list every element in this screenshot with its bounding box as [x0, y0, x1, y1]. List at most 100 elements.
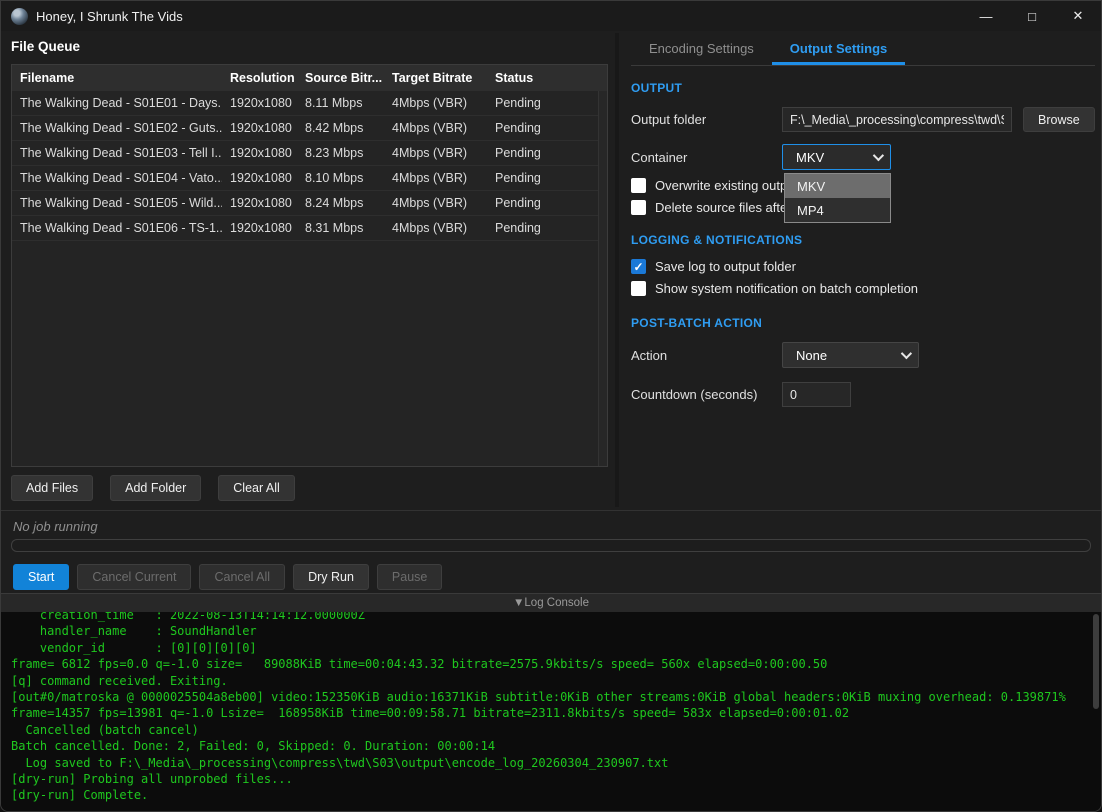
cancel-all-button[interactable]: Cancel All — [199, 564, 285, 590]
column-header[interactable]: Filename — [12, 71, 222, 85]
action-label: Action — [631, 348, 782, 363]
filename-cell: The Walking Dead - S01E01 - Days... — [12, 96, 222, 110]
logging-section-header: LOGGING & NOTIFICATIONS — [631, 233, 1095, 247]
target-bitrate-cell: 4Mbps (VBR) — [384, 96, 487, 110]
panel-splitter[interactable] — [615, 33, 619, 507]
app-icon — [11, 8, 28, 25]
output-folder-input[interactable] — [782, 107, 1012, 132]
control-buttons: Start Cancel Current Cancel All Dry Run … — [13, 564, 442, 590]
minimize-button[interactable]: — — [963, 1, 1009, 31]
column-header[interactable]: Source Bitr... — [297, 71, 384, 85]
window-title: Honey, I Shrunk The Vids — [36, 9, 183, 24]
column-header[interactable]: Resolution — [222, 71, 297, 85]
app-window: Honey, I Shrunk The Vids — □ ✕ File Queu… — [0, 0, 1102, 812]
close-button[interactable]: ✕ — [1055, 1, 1101, 31]
log-line: frame= 6812 fps=0.0 q=-1.0 size= 89088Ki… — [11, 656, 1101, 672]
source-bitrate-cell: 8.23 Mbps — [297, 146, 384, 160]
delete-source-checkbox[interactable] — [631, 200, 646, 215]
check-icon: ✓ — [633, 260, 643, 274]
add-folder-button[interactable]: Add Folder — [110, 475, 201, 501]
table-row[interactable]: The Walking Dead - S01E01 - Days...1920x… — [12, 91, 607, 116]
progress-bar — [11, 539, 1091, 552]
maximize-button[interactable]: □ — [1009, 1, 1055, 31]
save-log-row: ✓ Save log to output folder — [631, 259, 1095, 274]
browse-button[interactable]: Browse — [1023, 107, 1095, 132]
log-line: Log saved to F:\_Media\_processing\compr… — [11, 755, 1101, 771]
job-status-text: No job running — [13, 519, 98, 534]
log-line: Cancelled (batch cancel) — [11, 722, 1101, 738]
save-log-checkbox[interactable]: ✓ — [631, 259, 646, 274]
notify-checkbox[interactable] — [631, 281, 646, 296]
dropdown-option-mkv[interactable]: MKV — [785, 174, 890, 198]
notify-label: Show system notification on batch comple… — [655, 281, 918, 296]
add-files-button[interactable]: Add Files — [11, 475, 93, 501]
filename-cell: The Walking Dead - S01E03 - Tell I... — [12, 146, 222, 160]
log-console-header-label: Log Console — [524, 597, 589, 609]
table-row[interactable]: The Walking Dead - S01E03 - Tell I...192… — [12, 141, 607, 166]
file-queue-header-row: FilenameResolutionSource Bitr...Target B… — [12, 65, 607, 91]
filename-cell: The Walking Dead - S01E05 - Wild... — [12, 196, 222, 210]
status-cell: Pending — [487, 121, 597, 135]
source-bitrate-cell: 8.31 Mbps — [297, 221, 384, 235]
target-bitrate-cell: 4Mbps (VBR) — [384, 196, 487, 210]
filename-cell: The Walking Dead - S01E06 - TS-1... — [12, 221, 222, 235]
container-dropdown-popup: MKVMP4 — [784, 173, 891, 223]
column-header[interactable]: Target Bitrate — [384, 71, 487, 85]
countdown-input[interactable] — [782, 382, 851, 407]
overwrite-existing-label: Overwrite existing outpu — [655, 178, 784, 193]
resolution-cell: 1920x1080 — [222, 96, 297, 110]
container-row: Container MKV MKVMP4 — [631, 144, 1095, 170]
container-select[interactable]: MKV — [782, 144, 891, 170]
title-bar: Honey, I Shrunk The Vids — □ ✕ — [1, 1, 1101, 31]
clear-all-button[interactable]: Clear All — [218, 475, 295, 501]
tab-encoding-settings[interactable]: Encoding Settings — [631, 33, 772, 65]
chevron-down-icon — [873, 150, 884, 161]
log-console-scrollbar[interactable] — [1093, 614, 1099, 709]
pause-button[interactable]: Pause — [377, 564, 442, 590]
action-select[interactable]: None — [782, 342, 919, 368]
log-line: creation_time : 2022-08-13T14:14:12.0000… — [11, 612, 1101, 623]
start-button[interactable]: Start — [13, 564, 69, 590]
status-cell: Pending — [487, 146, 597, 160]
file-queue-title: File Queue — [11, 39, 80, 54]
dry-run-button[interactable]: Dry Run — [293, 564, 369, 590]
delete-source-label: Delete source files after — [655, 200, 784, 215]
dropdown-option-mp4[interactable]: MP4 — [785, 198, 890, 222]
resolution-cell: 1920x1080 — [222, 171, 297, 185]
table-row[interactable]: The Walking Dead - S01E05 - Wild...1920x… — [12, 191, 607, 216]
status-cell: Pending — [487, 96, 597, 110]
output-folder-label: Output folder — [631, 112, 782, 127]
cancel-current-button[interactable]: Cancel Current — [77, 564, 191, 590]
target-bitrate-cell: 4Mbps (VBR) — [384, 221, 487, 235]
file-queue-buttons: Add Files Add Folder Clear All — [11, 475, 295, 501]
file-queue-scrollbar[interactable] — [598, 91, 607, 466]
resolution-cell: 1920x1080 — [222, 121, 297, 135]
tab-output-settings[interactable]: Output Settings — [772, 33, 906, 65]
output-folder-row: Output folder Browse — [631, 107, 1095, 132]
column-header[interactable]: Status — [487, 71, 597, 85]
overwrite-existing-checkbox[interactable] — [631, 178, 646, 193]
file-queue-rows: The Walking Dead - S01E01 - Days...1920x… — [12, 91, 607, 241]
table-row[interactable]: The Walking Dead - S01E06 - TS-1...1920x… — [12, 216, 607, 241]
resolution-cell: 1920x1080 — [222, 146, 297, 160]
log-console[interactable]: creation_time : 2022-08-13T14:14:12.0000… — [1, 612, 1101, 812]
source-bitrate-cell: 8.11 Mbps — [297, 96, 384, 110]
log-line: [dry-run] Probing all unprobed files... — [11, 771, 1101, 787]
resolution-cell: 1920x1080 — [222, 196, 297, 210]
table-row[interactable]: The Walking Dead - S01E02 - Guts...1920x… — [12, 116, 607, 141]
table-row[interactable]: The Walking Dead - S01E04 - Vato...1920x… — [12, 166, 607, 191]
filename-cell: The Walking Dead - S01E02 - Guts... — [12, 121, 222, 135]
log-line: [q] command received. Exiting. — [11, 673, 1101, 689]
log-line: handler_name : SoundHandler — [11, 623, 1101, 639]
filename-cell: The Walking Dead - S01E04 - Vato... — [12, 171, 222, 185]
action-row: Action None — [631, 342, 1095, 368]
source-bitrate-cell: 8.42 Mbps — [297, 121, 384, 135]
log-console-toggle[interactable]: ▼ Log Console — [1, 593, 1101, 612]
log-line: [out#0/matroska @ 0000025504a8eb00] vide… — [11, 689, 1101, 705]
status-cell: Pending — [487, 221, 597, 235]
source-bitrate-cell: 8.10 Mbps — [297, 171, 384, 185]
container-label: Container — [631, 150, 782, 165]
log-line: [dry-run] Complete. — [11, 787, 1101, 803]
save-log-label: Save log to output folder — [655, 259, 796, 274]
notify-row: Show system notification on batch comple… — [631, 281, 1095, 296]
